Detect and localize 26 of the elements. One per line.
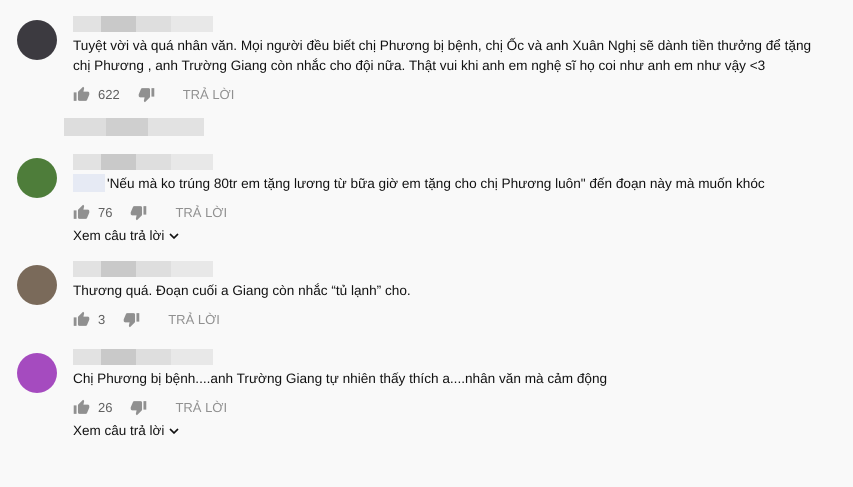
comment-text: Tuyệt vời và quá nhân văn. Mọi người đều biết chị Phương bị bệnh, chị Ốc và anh Xuân Nghị sẽ dành tiền thưởng để tặng chị Phương , anh Trường Giang còn nhắc cho đội nữa. Thật vui khi anh em nghệ sĩ họ coi như anh em như vậy <3 [73,36,812,75]
reply-button[interactable]: TRẢ LỜI [175,204,228,220]
like-icon[interactable] [73,398,90,416]
dislike-icon[interactable] [130,204,148,220]
avatar[interactable] [17,265,57,305]
avatar[interactable] [17,353,57,393]
like-count: 3 [98,312,106,326]
like-count: 26 [98,400,112,414]
dislike-icon[interactable] [130,398,148,416]
reply-button[interactable]: TRẢ LỜI [168,312,220,326]
comment-text: Chị Phương bị bệnh....anh Trường Giang tự nhiên thấy thích a....nhân văn mà cảm động [73,370,608,388]
comment-text: 'Nếu mà ko trúng 80tr em tặng lương từ bữa giờ em tặng cho chị Phương luôn" đến đoạn này mà muốn khóc [73,174,825,194]
view-replies-button[interactable]: Xem câu trả lời [73,228,180,243]
comment-text: Thương quá. Đoạn cuối a Giang còn nhắc “tủ lạnh” cho. [73,282,412,300]
reply-button[interactable]: TRẢ LỜI [175,400,228,414]
like-count: 76 [98,204,112,220]
reply-button[interactable]: TRẢ LỜI [182,86,234,102]
like-icon[interactable] [73,310,90,328]
avatar[interactable] [17,158,57,198]
like-count: 622 [98,86,120,102]
view-replies-button[interactable]: Xem câu trả lời [73,423,180,438]
dislike-icon[interactable] [138,86,155,102]
dislike-icon[interactable] [123,310,140,328]
like-icon[interactable] [73,204,90,220]
like-icon[interactable] [73,86,90,102]
avatar[interactable] [17,20,57,60]
